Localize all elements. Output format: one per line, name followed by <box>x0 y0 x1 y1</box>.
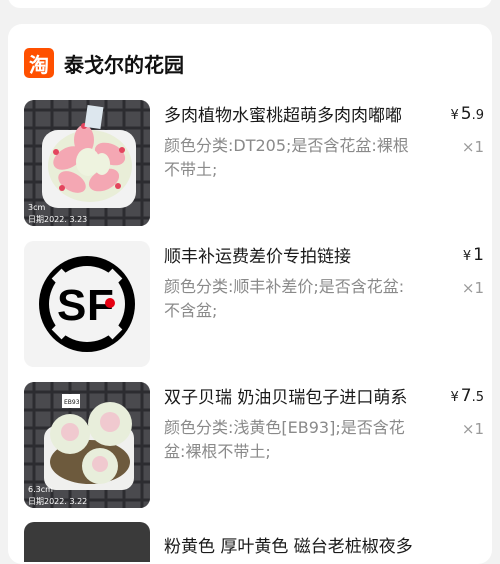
item-sku: 颜色分类:DT205;是否含花盆:裸根不带土; <box>164 136 409 179</box>
shop-name[interactable]: 泰戈尔的花园 <box>64 49 184 78</box>
item-title[interactable]: 多肉植物水蜜桃超萌多肉肉嘟嘟 <box>164 104 424 128</box>
order-item[interactable]: S F 顺丰补运费差价专拍链接 颜色分类:顺丰补差价;是否含花盆:不含盆; ¥1… <box>24 241 484 367</box>
item-quantity: ×1 <box>461 279 484 297</box>
item-price: ¥5.9 <box>450 104 484 124</box>
item-title[interactable]: 顺丰补运费差价专拍链接 <box>164 245 424 269</box>
shop-order-card: 淘 泰戈尔的花园 3cm 日期2022. 3.23 多肉植物水蜜桃超萌多肉肉嘟嘟… <box>8 24 492 564</box>
photo-size-label: 6.3cm <box>28 485 53 494</box>
item-quantity: ×1 <box>461 420 484 438</box>
order-item[interactable]: 3cm 日期2022. 3.23 多肉植物水蜜桃超萌多肉肉嘟嘟 颜色分类:DT2… <box>24 100 484 226</box>
item-price: ¥1 <box>462 245 484 265</box>
photo-date-label: 日期2022. 3.23 <box>28 215 87 224</box>
product-image[interactable]: 3cm 日期2022. 3.23 <box>24 100 150 226</box>
item-quantity: ×1 <box>461 138 484 156</box>
photo-date-label: 日期2022. 3.22 <box>28 497 87 506</box>
photo-size-label: 3cm <box>28 203 45 212</box>
taobao-logo-icon: 淘 <box>24 48 54 78</box>
item-title[interactable]: 粉黄色 厚叶黄色 磁台老桩椒夜多 <box>164 532 464 557</box>
svg-text:S: S <box>57 281 86 330</box>
order-item[interactable]: EB93 6.3cm 日期2022. 3.22 双子贝瑞 奶油贝瑞包子进口萌系 … <box>24 382 484 508</box>
shop-header[interactable]: 淘 泰戈尔的花园 <box>24 48 184 78</box>
item-sku: 颜色分类:浅黄色[EB93];是否含花盆:裸根不带土; <box>164 418 405 461</box>
product-image[interactable] <box>24 522 150 562</box>
previous-order-card <box>8 0 492 8</box>
photo-tag-label: EB93 <box>64 399 80 406</box>
sf-express-logo-icon: S F <box>24 241 150 367</box>
product-image[interactable]: S F <box>24 241 150 367</box>
product-image[interactable]: EB93 6.3cm 日期2022. 3.22 <box>24 382 150 508</box>
item-price: ¥7.5 <box>450 386 484 406</box>
item-title[interactable]: 双子贝瑞 奶油贝瑞包子进口萌系 <box>164 386 424 410</box>
order-item-partial[interactable]: 粉黄色 厚叶黄色 磁台老桩椒夜多 <box>24 522 484 562</box>
item-sku: 颜色分类:顺丰补差价;是否含花盆:不含盆; <box>164 277 405 320</box>
